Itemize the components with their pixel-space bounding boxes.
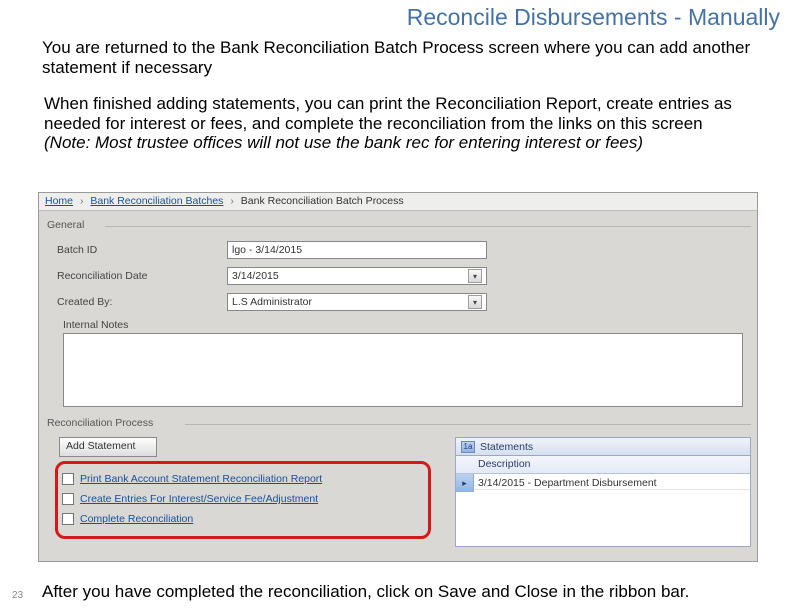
callout-highlight: Print Bank Account Statement Reconciliat… — [55, 461, 431, 539]
statement-description: 3/14/2015 - Department Disbursement — [474, 477, 750, 490]
reconciliation-header: Reconciliation Process — [45, 415, 153, 433]
breadcrumb-batches[interactable]: Bank Reconciliation Batches — [90, 195, 223, 207]
internal-notes-textarea[interactable] — [63, 333, 743, 407]
add-statement-button[interactable]: Add Statement — [59, 437, 157, 457]
general-separator — [105, 226, 751, 227]
reconciliation-left: Add Statement Print Bank Account Stateme… — [45, 437, 447, 547]
breadcrumb: Home › Bank Reconciliation Batches › Ban… — [39, 193, 757, 211]
row-create-entries: Create Entries For Interest/Service Fee/… — [62, 490, 424, 508]
statements-panel: 1a Statements Description ▸ 3/14/2015 - … — [455, 437, 751, 547]
checkbox-complete[interactable] — [62, 513, 74, 525]
row-print-report: Print Bank Account Statement Reconciliat… — [62, 470, 424, 488]
calendar-icon[interactable]: ▾ — [468, 269, 482, 283]
created-by-field[interactable]: L.S Administrator ▾ — [227, 293, 487, 311]
link-print-report[interactable]: Print Bank Account Statement Reconciliat… — [80, 473, 322, 485]
reconciliation-separator — [185, 424, 751, 425]
created-by-value: L.S Administrator — [232, 296, 312, 308]
batch-id-label: Batch ID — [57, 244, 227, 256]
row-complete-reconciliation: Complete Reconciliation — [62, 510, 424, 528]
breadcrumb-home[interactable]: Home — [45, 195, 73, 207]
para2-note: (Note: Most trustee offices will not use… — [44, 133, 643, 152]
statements-column-header: Description — [456, 456, 750, 474]
internal-notes-label: Internal Notes — [63, 319, 751, 331]
page-number: 23 — [12, 590, 23, 601]
statements-titlebar: 1a Statements — [456, 438, 750, 456]
breadcrumb-sep-2: › — [226, 195, 238, 207]
row-batch-id: Batch ID lgo - 3/14/2015 — [57, 239, 751, 261]
rec-date-label: Reconciliation Date — [57, 270, 227, 282]
reconciliation-columns: Add Statement Print Bank Account Stateme… — [45, 437, 751, 547]
statements-badge-icon: 1a — [461, 441, 475, 453]
para2-main: When finished adding statements, you can… — [44, 94, 732, 133]
section-general: General Batch ID lgo - 3/14/2015 Reconci… — [45, 217, 751, 407]
statements-title-text: Statements — [480, 441, 533, 453]
slide-title: Reconcile Disbursements - Manually — [407, 4, 780, 31]
row-selector-icon[interactable]: ▸ — [456, 474, 474, 492]
breadcrumb-sep-1: › — [76, 195, 88, 207]
batch-id-field[interactable]: lgo - 3/14/2015 — [227, 241, 487, 259]
section-reconciliation: Reconciliation Process Add Statement Pri… — [45, 415, 751, 547]
paragraph-returned: You are returned to the Bank Reconciliat… — [42, 38, 768, 77]
footer-instruction: After you have completed the reconciliat… — [42, 582, 768, 602]
checkbox-print-report[interactable] — [62, 473, 74, 485]
batch-id-value: lgo - 3/14/2015 — [232, 244, 302, 256]
rec-date-field[interactable]: 3/14/2015 ▾ — [227, 267, 487, 285]
breadcrumb-current: Bank Reconciliation Batch Process — [241, 195, 404, 207]
statement-row[interactable]: ▸ 3/14/2015 - Department Disbursement — [456, 474, 750, 492]
app-window: Home › Bank Reconciliation Batches › Ban… — [38, 192, 758, 562]
row-created-by: Created By: L.S Administrator ▾ — [57, 291, 751, 313]
checkbox-create-entries[interactable] — [62, 493, 74, 505]
link-create-entries[interactable]: Create Entries For Interest/Service Fee/… — [80, 493, 318, 505]
chevron-down-icon[interactable]: ▾ — [468, 295, 482, 309]
row-rec-date: Reconciliation Date 3/14/2015 ▾ — [57, 265, 751, 287]
created-by-label: Created By: — [57, 296, 227, 308]
paragraph-instructions: When finished adding statements, you can… — [44, 94, 768, 153]
rec-date-value: 3/14/2015 — [232, 270, 279, 282]
link-complete-reconciliation[interactable]: Complete Reconciliation — [80, 513, 193, 525]
